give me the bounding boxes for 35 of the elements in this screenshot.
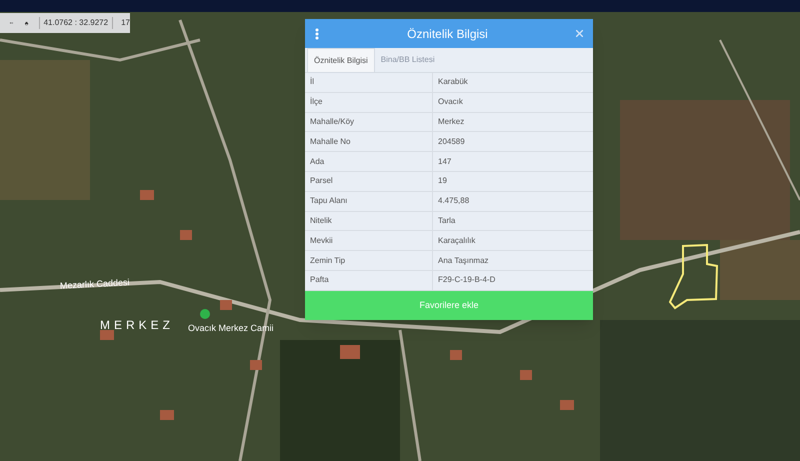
table-cell: Nitelik	[305, 212, 433, 230]
table-cell: Zemin Tip	[305, 251, 433, 270]
table-cell: Mahalle/Köy	[305, 112, 433, 132]
table-cell-text: Ovacık	[437, 96, 464, 108]
table-cell: Ada	[305, 152, 433, 171]
zoom-level-text: 17	[121, 17, 130, 29]
map-label: MERKEZ	[100, 317, 174, 334]
table-cell: Pafta	[305, 270, 433, 290]
table-cell-text: Tarla	[437, 214, 456, 227]
tab[interactable]: Öznitelik Bilgisi	[307, 48, 375, 72]
table-cell-text: Merkez	[437, 116, 466, 128]
close-icon[interactable]	[576, 30, 583, 37]
table-cell-text: 204589	[437, 136, 466, 148]
coordinates-text: 41.0762 : 32.9272	[38, 17, 114, 29]
table-cell: İlçe	[305, 92, 433, 112]
table-cell: Mevkii	[305, 231, 433, 250]
table-cell-text: 4.475,88	[437, 195, 470, 208]
parcel-outline	[669, 244, 719, 310]
table-cell: Parsel	[305, 172, 433, 191]
map-label: Mezarlık Caddesi	[60, 276, 130, 293]
table-cell-text: Ana Taşınmaz	[437, 254, 490, 267]
map-label: Ovacık Merkez Camii	[188, 322, 274, 335]
table-cell: Mahalle No	[305, 132, 433, 152]
table-cell: İl	[305, 73, 433, 92]
kebab-menu-icon[interactable]	[315, 28, 319, 40]
table-cell-text: 147	[437, 156, 452, 168]
add-to-favorites-button[interactable]: Favorilere ekle	[305, 290, 593, 320]
table-cell-text: Karaçalılık	[437, 234, 476, 247]
tab[interactable]: Bina/BB Listesi	[374, 48, 441, 72]
table-cell: Tapu Alanı	[305, 192, 433, 211]
map-pin-icon	[200, 309, 210, 319]
table-cell-text: 19	[437, 175, 448, 188]
table-cell-text: F29-C-19-B-4-D	[437, 274, 496, 286]
table-cell-text: Karabük	[437, 76, 469, 88]
dialog-title: Öznitelik Bilgisi	[406, 26, 489, 42]
